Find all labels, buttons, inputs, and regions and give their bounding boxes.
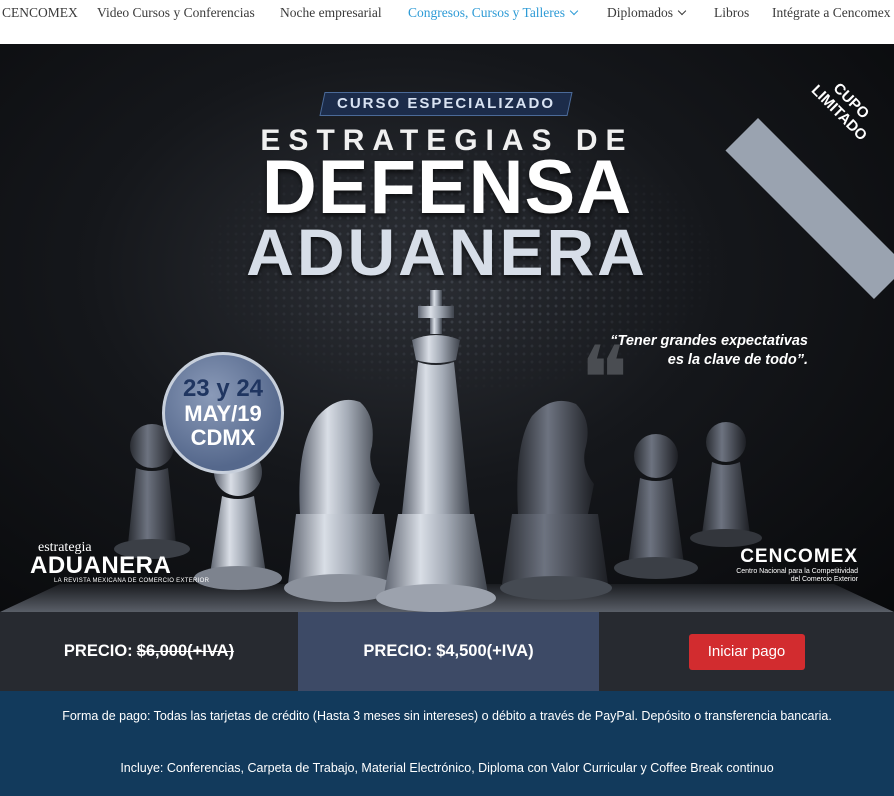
nav-item-libros[interactable]: Libros (714, 5, 749, 21)
course-kicker: CURSO ESPECIALIZADO (336, 95, 555, 112)
chevron-down-icon (677, 6, 687, 16)
estrategia-aduanera-logo: estrategia ADUANERA LA REVISTA MEXICANA … (30, 541, 210, 585)
includes-text: Incluye: Conferencias, Carpeta de Trabaj… (120, 761, 774, 775)
iniciar-pago-button[interactable]: Iniciar pago (688, 633, 805, 670)
old-price-label: PRECIO: (63, 642, 133, 660)
nav-item-noche-empresarial[interactable]: Noche empresarial (280, 5, 382, 21)
pawn-right-far (690, 422, 762, 547)
date-month: MAY/19 (184, 401, 262, 426)
nav-item-diplomados-label: Diplomados (607, 5, 673, 20)
course-banner: CURSO ESPECIALIZADO ESTRATEGIAS DE DEFEN… (0, 44, 894, 612)
new-price-label: PRECIO: (363, 642, 433, 660)
nav-item-congresos[interactable]: Congresos, Cursos y Talleres (408, 5, 579, 21)
course-title-line3: ADUANERA (246, 215, 648, 289)
chevron-down-icon (569, 6, 579, 16)
date-days: 23 y 24 (182, 375, 264, 402)
cencomex-logo: CENCOMEX Centro Nacional para la Competi… (718, 546, 858, 584)
pricing-row: PRECIO: $6,000(+IVA) PRECIO: $4,500(+IVA… (0, 612, 894, 691)
date-badge: 23 y 24 MAY/19 CDMX (162, 352, 284, 474)
quote-line2: es la clave de todo”. (667, 352, 808, 368)
date-city: CDMX (190, 425, 256, 450)
nav-item-cencomex[interactable]: CENCOMEX (2, 5, 78, 21)
banner-quote: “Tener grandes expectativas es la clave … (598, 332, 808, 370)
logo-right-sub1: Centro Nacional para la Competitividad (736, 568, 858, 575)
knight-left (284, 399, 396, 602)
old-price-cell: PRECIO: $6,000(+IVA) (0, 612, 298, 691)
new-price-value: $4,500(+IVA) (436, 642, 534, 660)
logo-left-sub: LA REVISTA MEXICANA DE COMERCIO EXTERIOR (54, 578, 210, 584)
payment-methods-text: Forma de pago: Todas las tarjetas de cré… (62, 709, 832, 723)
logo-right-main: CENCOMEX (740, 546, 858, 567)
knight-right (500, 400, 612, 600)
payment-info-section: Forma de pago: Todas las tarjetas de cré… (0, 691, 894, 796)
logo-left-main: ADUANERA (30, 552, 172, 579)
old-price-value: $6,000(+IVA) (136, 642, 235, 660)
logo-right-sub2: del Comercio Exterior (790, 576, 858, 583)
pawn-right-near (614, 434, 698, 579)
nav-item-congresos-label: Congresos, Cursos y Talleres (408, 5, 566, 20)
nav-item-diplomados[interactable]: Diplomados (607, 5, 687, 21)
top-navigation: CENCOMEX Video Cursos y Conferencias Noc… (0, 0, 894, 38)
pay-cell: Iniciar pago (599, 612, 894, 691)
new-price-cell: PRECIO: $4,500(+IVA) (298, 612, 599, 691)
nav-item-integrate[interactable]: Intégrate a Cencomex (772, 5, 890, 21)
king-piece (376, 290, 496, 612)
nav-item-video-cursos[interactable]: Video Cursos y Conferencias (97, 5, 255, 21)
quote-line1: “Tener grandes expectativas (610, 333, 808, 349)
